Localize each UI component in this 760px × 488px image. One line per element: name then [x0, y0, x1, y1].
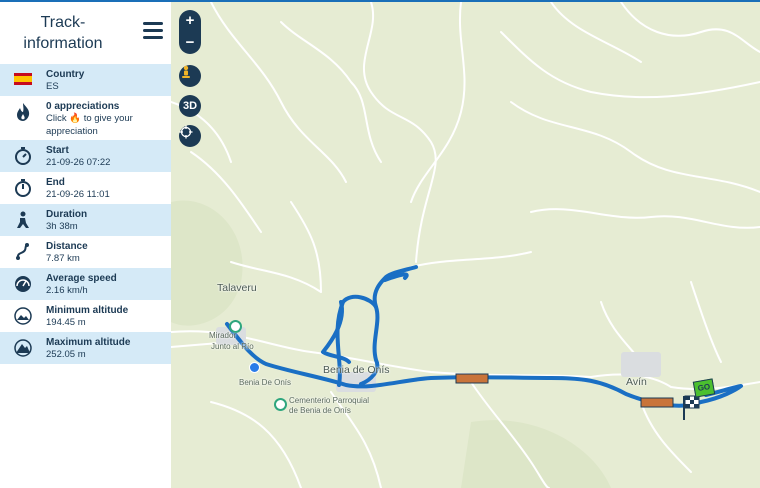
distance-label: Distance — [46, 241, 88, 252]
pegman-icon — [182, 65, 190, 78]
start-row: Start 21-09-26 07:22 — [0, 140, 171, 172]
crosshair-icon — [179, 125, 193, 139]
view-3d-button[interactable]: 3D — [179, 95, 201, 117]
min-altitude-label: Minimum altitude — [46, 305, 129, 316]
cemetery-icon — [274, 398, 287, 411]
map-canvas[interactable] — [171, 2, 760, 488]
place-label-talaveru: Talaveru — [217, 282, 257, 294]
appreciations-row[interactable]: 0 appreciations Click 🔥 to give your app… — [0, 96, 171, 140]
poi-label-junto-al-rio: Junto al Río — [211, 342, 254, 351]
distance-value: 7.87 km — [46, 253, 80, 264]
poi-label-benia-small: Benia De Onís — [239, 378, 292, 387]
map-view[interactable]: GO Talaveru Mirador Junto al Río Benia D… — [171, 2, 760, 488]
max-altitude-value: 252.05 m — [46, 349, 86, 360]
end-row: End 21-09-26 11:01 — [0, 172, 171, 204]
duration-value: 3h 38m — [46, 221, 78, 232]
sidebar-title: Track-information — [23, 14, 103, 52]
country-label: Country — [46, 69, 85, 80]
max-altitude-label: Maximum altitude — [46, 337, 131, 348]
min-altitude-icon — [14, 307, 32, 325]
avg-speed-label: Average speed — [46, 273, 117, 284]
avg-speed-value: 2.16 km/h — [46, 285, 88, 296]
poi-label-mirador: Mirador — [209, 331, 237, 340]
spain-flag-icon — [14, 73, 32, 85]
appreciations-label: 0 appreciations — [46, 101, 120, 112]
appreciations-hint: Click 🔥 to give your appreciation — [46, 113, 133, 137]
end-value: 21-09-26 11:01 — [46, 189, 110, 200]
route-icon — [16, 243, 29, 260]
place-label-avin: Avín — [626, 376, 647, 388]
locate-button[interactable] — [179, 125, 201, 147]
flame-icon — [17, 103, 30, 121]
distance-row: Distance 7.87 km — [0, 236, 171, 268]
speedometer-icon — [15, 276, 31, 292]
max-altitude-icon — [14, 339, 32, 357]
bridge-marker — [455, 373, 489, 384]
zoom-out-button[interactable]: − — [179, 32, 201, 54]
bridge-marker — [640, 397, 674, 408]
stopwatch-end-icon — [15, 179, 31, 197]
go-start-marker: GO — [692, 378, 716, 398]
max-altitude-row: Maximum altitude 252.05 m — [0, 332, 171, 364]
min-altitude-value: 194.45 m — [46, 317, 86, 328]
hiker-icon — [17, 211, 29, 228]
track-info-sidebar: Track-information Country ES 0 appreciat… — [0, 2, 171, 488]
start-value: 21-09-26 07:22 — [46, 157, 111, 168]
top-accent-bar — [0, 0, 760, 2]
zoom-in-button[interactable]: + — [179, 10, 201, 32]
sidebar-header: Track-information — [0, 2, 171, 64]
place-label-benia-de-onis: Benia de Onís — [323, 364, 390, 376]
poi-blue-icon — [249, 362, 260, 373]
country-row: Country ES — [0, 64, 171, 96]
menu-icon[interactable] — [143, 22, 163, 42]
end-label: End — [46, 177, 65, 188]
start-label: Start — [46, 145, 69, 156]
country-value: ES — [46, 81, 59, 92]
street-view-button[interactable] — [179, 65, 201, 87]
duration-label: Duration — [46, 209, 88, 220]
avg-speed-row: Average speed 2.16 km/h — [0, 268, 171, 300]
poi-label-cementerio-1: Cementerio Parroquial — [289, 396, 370, 405]
stopwatch-icon — [15, 147, 31, 165]
zoom-control: + − — [179, 10, 201, 54]
duration-row: Duration 3h 38m — [0, 204, 171, 236]
min-altitude-row: Minimum altitude 194.45 m — [0, 300, 171, 332]
poi-label-cementerio-2: de Benia de Onís — [289, 406, 351, 415]
